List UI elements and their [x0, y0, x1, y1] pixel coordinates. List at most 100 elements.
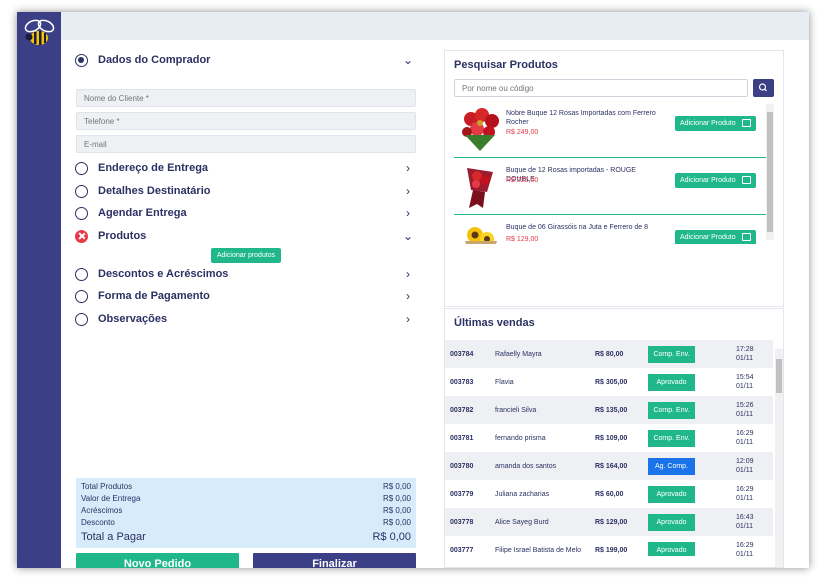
discount-label: Desconto [81, 518, 115, 527]
chevron-down-icon: ⌄ [402, 53, 414, 67]
table-row[interactable]: 003778 Alice Sayeg Burd R$ 129,00 Aprova… [445, 508, 773, 536]
status-badge: Aprovado [648, 485, 695, 503]
section-schedule-delivery[interactable]: Agendar Entrega › [75, 203, 415, 223]
add-product-label: Adicionar Produto [680, 234, 736, 241]
total-to-pay-label: Total a Pagar [81, 531, 146, 543]
error-icon [75, 229, 88, 243]
radio-icon [75, 184, 88, 198]
finish-button[interactable]: Finalizar [253, 553, 416, 568]
sale-customer: amanda dos santos [495, 462, 557, 470]
sales-list: 003784 Rafaelly Mayra R$ 80,00 Comp. Env… [445, 338, 773, 556]
product-item: Buque de 06 Girassóis na Juta e Ferrero … [454, 215, 766, 244]
sale-customer: Filipe Israel Batista de Melo [495, 546, 581, 554]
total-products-label: Total Produtos [81, 482, 133, 491]
total-products-value: R$ 0,00 [382, 482, 411, 491]
sale-value: R$ 80,00 [595, 350, 624, 358]
delivery-value-row: Valor de Entrega R$ 0,00 [81, 493, 411, 505]
phone-input[interactable] [76, 112, 416, 130]
product-price: R$ 129,00 [506, 236, 539, 243]
product-list-scrollbar[interactable] [766, 104, 774, 240]
table-row[interactable]: 003781 fernando prisma R$ 109,00 Comp. E… [445, 424, 773, 452]
scrollbar-thumb[interactable] [776, 359, 782, 393]
sale-value: R$ 164,00 [595, 462, 628, 470]
sale-id: 003779 [450, 490, 474, 498]
product-item: Nobre Buque 12 Rosas Importadas com Ferr… [454, 101, 766, 158]
section-products-label: Produtos [98, 230, 147, 242]
section-discounts-label: Descontos e Acréscimos [98, 268, 229, 280]
status-badge: Ag. Comp. [648, 457, 695, 475]
sale-value: R$ 129,00 [595, 518, 628, 526]
product-search-input[interactable] [454, 79, 748, 97]
delivery-value: R$ 0,00 [382, 494, 411, 503]
section-recipient-details-label: Detalhes Destinatário [98, 185, 211, 197]
product-list: Nobre Buque 12 Rosas Importadas com Ferr… [454, 101, 766, 244]
app-window: Dados do Comprador ⌄ Endereço de Entrega… [17, 12, 809, 568]
discount-value: R$ 0,00 [382, 518, 411, 527]
new-order-button[interactable]: Novo Pedido [76, 553, 239, 568]
section-discounts[interactable]: Descontos e Acréscimos › [75, 264, 415, 284]
sale-value: R$ 199,00 [595, 546, 628, 554]
table-row[interactable]: 003780 amanda dos santos R$ 164,00 Ag. C… [445, 452, 773, 480]
email-input[interactable] [76, 135, 416, 153]
bee-icon[interactable] [22, 17, 56, 51]
chevron-down-icon: ⌄ [402, 229, 414, 243]
sale-value: R$ 305,00 [595, 378, 628, 386]
sale-date: 17:28 01/11 [736, 346, 754, 362]
chevron-right-icon: › [406, 184, 410, 198]
sale-customer: Alice Sayeg Burd [495, 518, 549, 526]
scrollbar-thumb[interactable] [767, 112, 773, 232]
section-buyer-label: Dados do Comprador [98, 54, 211, 66]
add-product-button[interactable]: Adicionar Produto [675, 173, 756, 188]
sale-customer: Juliana zacharias [495, 490, 550, 498]
client-name-input[interactable] [76, 89, 416, 107]
product-name: Buque de 06 Girassóis na Juta e Ferrero … [506, 224, 649, 231]
sale-id: 003780 [450, 462, 474, 470]
add-product-button[interactable]: Adicionar Produto [675, 116, 756, 131]
order-form: Dados do Comprador ⌄ Endereço de Entrega… [61, 40, 421, 568]
product-search-title: Pesquisar Produtos [454, 59, 558, 71]
table-row[interactable]: 003779 Juliana zacharias R$ 60,00 Aprova… [445, 480, 773, 508]
product-image [467, 168, 493, 208]
radio-icon [75, 206, 88, 220]
section-payment-label: Forma de Pagamento [98, 290, 210, 302]
sale-value: R$ 109,00 [595, 434, 628, 442]
table-row[interactable]: 003783 Flavia R$ 305,00 Aprovado 15:54 0… [445, 368, 773, 396]
additions-value: R$ 0,00 [382, 506, 411, 515]
product-price: R$ 249,00 [506, 129, 539, 136]
status-badge: Comp. Env. [648, 345, 695, 363]
section-notes[interactable]: Observações › [75, 309, 415, 329]
chevron-right-icon: › [406, 161, 410, 175]
section-delivery-address[interactable]: Endereço de Entrega › [75, 158, 415, 178]
cart-icon [742, 176, 751, 184]
section-recipient-details[interactable]: Detalhes Destinatário › [75, 181, 415, 201]
radio-icon [75, 161, 88, 175]
section-products[interactable]: Produtos ⌄ [75, 226, 415, 246]
status-badge: Comp. Env. [648, 401, 695, 419]
sale-date: 16:29 01/11 [736, 486, 754, 502]
sale-id: 003784 [450, 350, 474, 358]
totals-summary: Total Produtos R$ 0,00 Valor de Entrega … [76, 478, 416, 548]
section-payment[interactable]: Forma de Pagamento › [75, 286, 415, 306]
table-row[interactable]: 003782 francieli Silva R$ 135,00 Comp. E… [445, 396, 773, 424]
chevron-right-icon: › [406, 312, 410, 326]
section-buyer[interactable]: Dados do Comprador ⌄ [75, 50, 415, 70]
add-products-button[interactable]: Adicionar produtos [211, 248, 281, 263]
product-name: Nobre Buque 12 Rosas Importadas com Ferr… [506, 110, 656, 126]
radio-icon [75, 53, 88, 67]
product-price: R$ 225,00 [506, 177, 539, 184]
cart-icon [742, 119, 751, 127]
sales-scrollbar[interactable] [775, 349, 783, 567]
total-to-pay-value: R$ 0,00 [372, 531, 411, 543]
sale-customer: Flavia [495, 378, 514, 386]
sidebar [17, 12, 61, 568]
add-product-button[interactable]: Adicionar Produto [675, 230, 756, 244]
last-sales-panel: Últimas vendas 003784 Rafaelly Mayra R$ … [444, 308, 784, 568]
sale-date: 16:29 01/11 [736, 430, 754, 446]
search-button[interactable] [753, 79, 774, 97]
table-row[interactable]: 003777 Filipe Israel Batista de Melo R$ … [445, 536, 773, 556]
table-row[interactable]: 003784 Rafaelly Mayra R$ 80,00 Comp. Env… [445, 340, 773, 368]
last-sales-title: Últimas vendas [454, 317, 535, 329]
section-delivery-address-label: Endereço de Entrega [98, 162, 209, 174]
radio-icon [75, 267, 88, 281]
sale-customer: Rafaelly Mayra [495, 350, 542, 358]
